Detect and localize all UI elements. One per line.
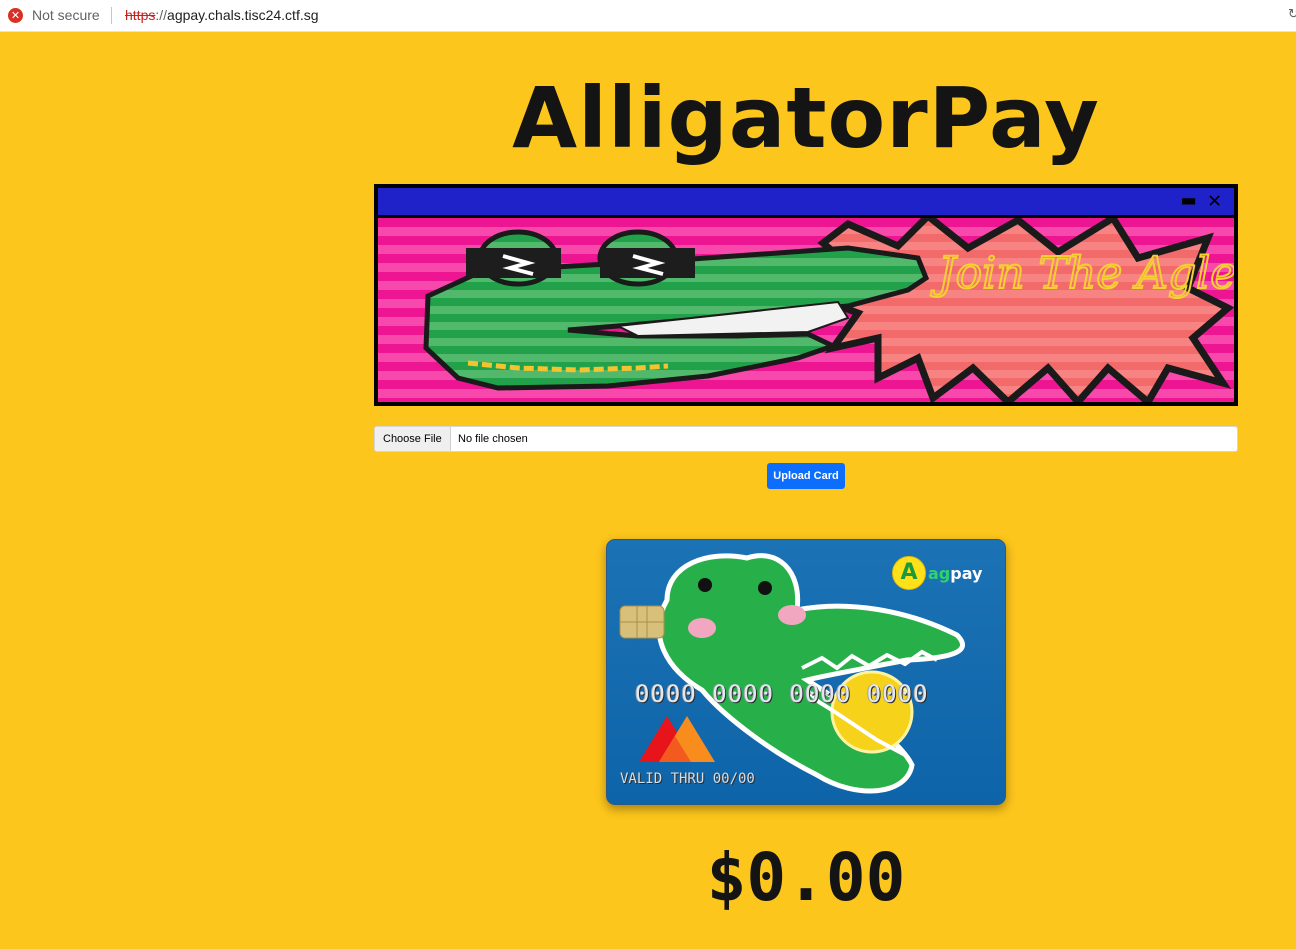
choose-file-button[interactable]: Choose File bbox=[375, 427, 451, 451]
brand-prefix: ag bbox=[928, 564, 951, 583]
url-host: agpay.chals.tisc24.ctf.sg bbox=[167, 7, 319, 23]
right-sunglass bbox=[600, 248, 695, 278]
close-x-icon: ✕ bbox=[1208, 188, 1222, 213]
agpay-card: A agpay 0000 0000 0000 0000 VALID THRU 0… bbox=[606, 539, 1006, 805]
reload-icon[interactable]: ↻ bbox=[1288, 7, 1296, 22]
url-divider bbox=[111, 7, 112, 24]
card-brand-name: agpay bbox=[928, 564, 982, 583]
left-sunglass bbox=[466, 248, 561, 278]
url-field[interactable]: https://agpay.chals.tisc24.ctf.sg bbox=[125, 7, 319, 23]
page-title: AlligatorPay bbox=[512, 69, 1100, 167]
banner-titlebar: ▬ ✕ bbox=[378, 188, 1234, 218]
card-file-input[interactable]: Choose File No file chosen bbox=[374, 426, 1238, 452]
card-number: 0000 0000 0000 0000 bbox=[635, 680, 929, 708]
error-circle-icon[interactable]: ✕ bbox=[8, 8, 23, 23]
card-brand-logo: A agpay bbox=[892, 556, 992, 590]
agpay-coin-icon: A bbox=[892, 556, 926, 590]
burst-text: Join The Agleets bbox=[930, 248, 1234, 299]
url-scheme-separator: :// bbox=[155, 7, 168, 23]
card-valid-thru: VALID THRU 00/00 bbox=[620, 771, 755, 787]
banner-illustration: Join The Agleets bbox=[378, 218, 1234, 402]
file-status-text: No file chosen bbox=[458, 433, 528, 445]
balance-amount: $0.00 bbox=[706, 839, 906, 916]
url-scheme: https bbox=[125, 7, 156, 23]
browser-address-bar: ✕ Not secure https://agpay.chals.tisc24.… bbox=[0, 0, 1296, 32]
banner-window: ▬ ✕ Join The Agleets bbox=[374, 184, 1238, 406]
brand-suffix: pay bbox=[950, 564, 983, 583]
upload-card-button[interactable]: Upload Card bbox=[767, 463, 845, 489]
security-status[interactable]: Not secure bbox=[32, 7, 100, 23]
minimize-icon: ▬ bbox=[1182, 188, 1196, 213]
